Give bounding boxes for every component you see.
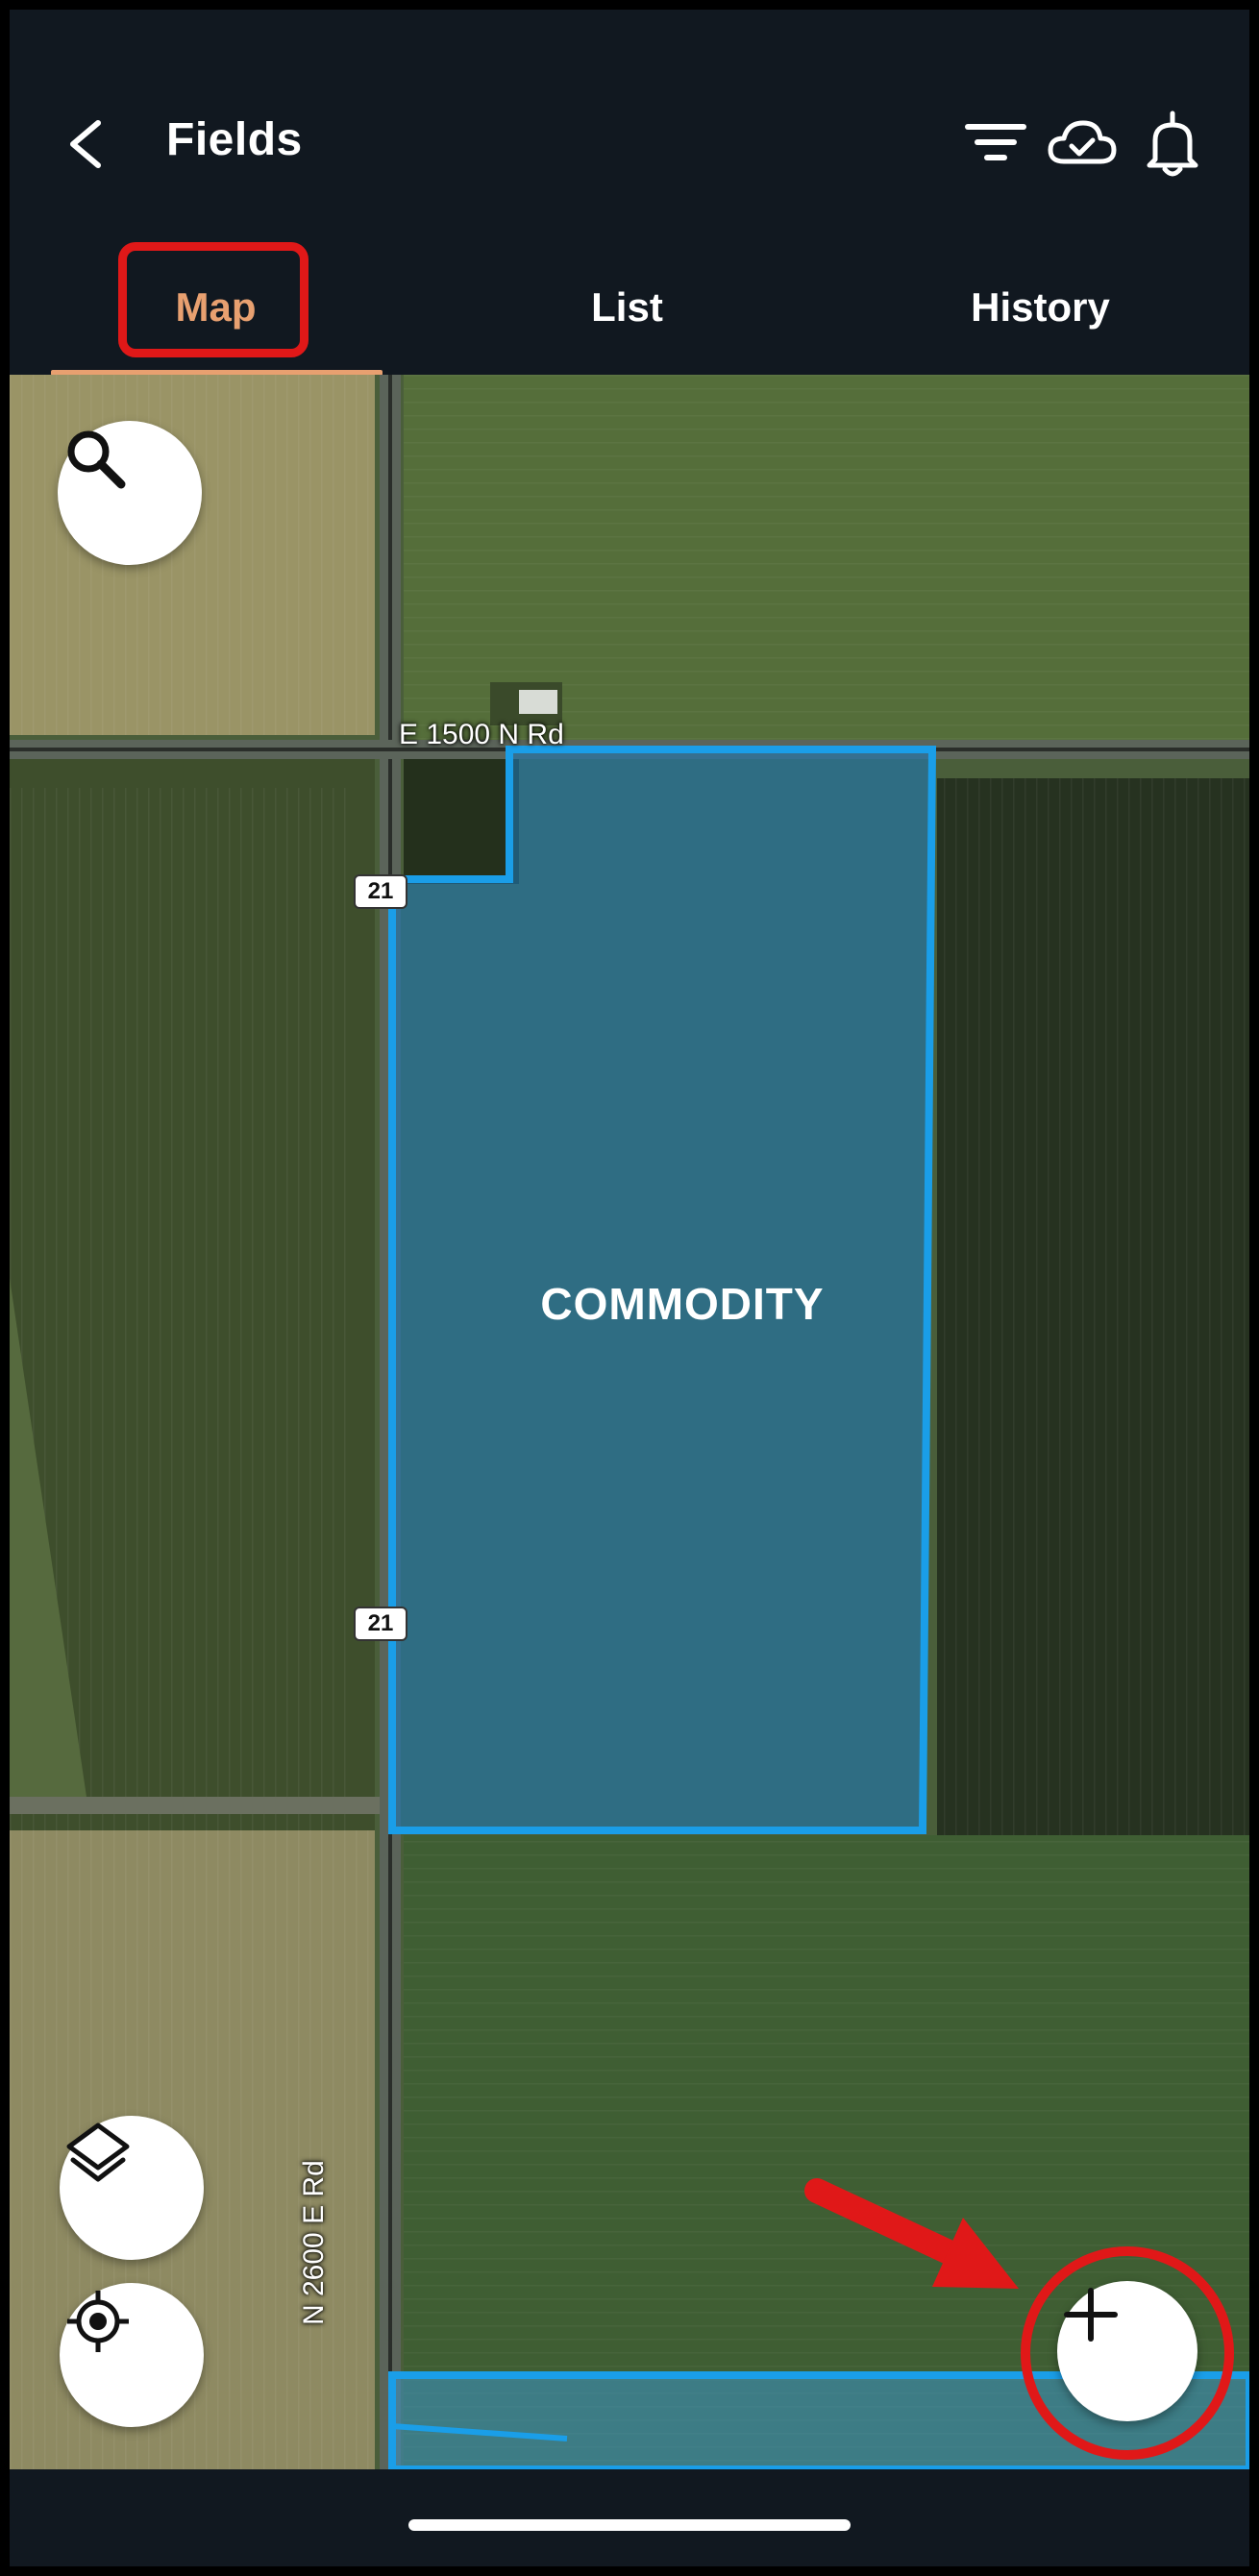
bottom-bar [10, 2469, 1249, 2566]
filter-icon [965, 124, 1026, 160]
bell-icon [1147, 110, 1198, 177]
home-indicator[interactable] [408, 2519, 851, 2531]
search-icon [67, 430, 126, 489]
road-label-n2600e: N 2600 E Rd [298, 2160, 330, 2325]
map-search-button[interactable] [58, 421, 202, 565]
app-frame: Fields Map List History E 1500 N Rd N 26… [10, 10, 1249, 2566]
route-shield: 21 [354, 1607, 407, 1641]
crosshair-icon [67, 2291, 129, 2352]
notifications-button[interactable] [1134, 106, 1211, 183]
cloud-check-icon [1048, 120, 1117, 164]
back-button[interactable] [58, 106, 115, 183]
plus-icon [1064, 2288, 1118, 2342]
tab-history[interactable]: History [875, 240, 1206, 375]
tab-list[interactable]: List [461, 240, 793, 375]
layers-icon [66, 2122, 130, 2182]
page-title: Fields [166, 114, 303, 165]
add-field-button[interactable] [1057, 2281, 1197, 2421]
field-label-commodity[interactable]: COMMODITY [394, 1278, 971, 1330]
filter-button[interactable] [956, 106, 1033, 183]
map-view[interactable]: E 1500 N Rd N 2600 E Rd 21 21 COMMODITY [10, 375, 1249, 2469]
app-header: Fields Map List History [10, 10, 1249, 376]
route-shield: 21 [354, 874, 407, 909]
chevron-left-icon [70, 120, 101, 168]
road-label-e1500n: E 1500 N Rd [399, 719, 564, 750]
sync-button[interactable] [1043, 106, 1120, 183]
map-layers-button[interactable] [60, 2116, 204, 2260]
my-location-button[interactable] [60, 2283, 204, 2427]
map-tab-highlight-annotation [118, 242, 309, 357]
